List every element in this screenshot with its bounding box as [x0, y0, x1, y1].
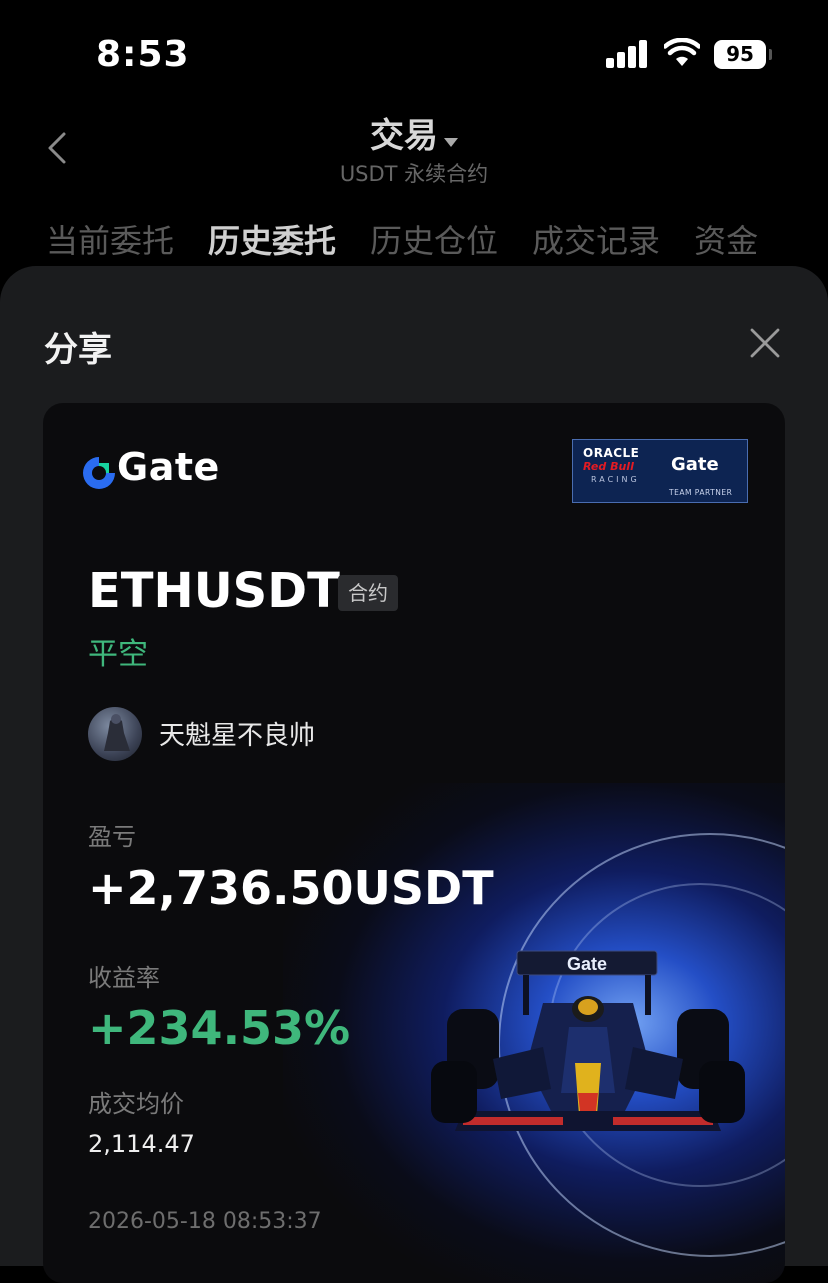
- share-sheet: 分享 Gate ORACLE Red Bull RACING Gate TEAM…: [0, 266, 828, 1283]
- status-time: 8:53: [96, 34, 190, 75]
- close-icon[interactable]: [748, 326, 782, 360]
- partner-oracle: ORACLE: [583, 446, 640, 460]
- avatar: [88, 707, 142, 761]
- tab-position-history[interactable]: 历史仓位: [370, 222, 498, 260]
- share-card: Gate ORACLE Red Bull RACING Gate TEAM PA…: [43, 403, 785, 1283]
- page-subtitle: USDT 永续合约: [339, 162, 489, 186]
- sheet-title: 分享: [44, 330, 112, 370]
- team-partner-badge: ORACLE Red Bull RACING Gate TEAM PARTNER: [572, 439, 748, 503]
- partner-racing: RACING: [591, 475, 640, 484]
- tab-open-orders[interactable]: 当前委托: [46, 222, 174, 260]
- roi-label: 收益率: [88, 964, 160, 992]
- cellular-signal-icon: [606, 40, 648, 68]
- avg-price-label: 成交均价: [88, 1090, 184, 1118]
- page-title: 交易: [370, 116, 438, 156]
- roi-value: +234.53%: [88, 1001, 351, 1055]
- user-nickname: 天魁星不良帅: [159, 721, 316, 751]
- title-dropdown[interactable]: 交易: [0, 108, 828, 157]
- status-bar: 8:53 95: [0, 0, 828, 110]
- tab-funds[interactable]: 资金: [694, 222, 758, 260]
- wifi-icon: [664, 38, 700, 66]
- contract-badge: 合约: [338, 575, 398, 611]
- gate-logo-icon: [83, 457, 115, 489]
- partner-team: TEAM PARTNER: [669, 488, 733, 497]
- partner-gate: Gate: [671, 454, 719, 475]
- gate-logo-text: Gate: [117, 445, 220, 489]
- car-livery-text: Gate: [567, 954, 607, 974]
- order-tabs: 当前委托 历史委托 历史仓位 成交记录 资金: [46, 216, 792, 262]
- pnl-label: 盈亏: [88, 823, 136, 851]
- tab-order-history[interactable]: 历史委托: [208, 222, 336, 260]
- battery-indicator: 95: [714, 40, 772, 69]
- partner-redbull: Red Bull: [583, 460, 634, 473]
- caret-down-icon: [444, 138, 458, 147]
- f1-car-image: Gate: [431, 950, 745, 1131]
- contract-symbol: ETHUSDT: [88, 563, 340, 619]
- header: 交易 USDT 永续合约 当前委托 历史委托 历史仓位 成交记录 资金: [0, 100, 828, 260]
- avg-price-value: 2,114.47: [88, 1130, 195, 1158]
- pnl-value: +2,736.50USDT: [88, 861, 494, 915]
- position-side: 平空: [88, 637, 148, 672]
- tab-trade-history[interactable]: 成交记录: [532, 222, 660, 260]
- timestamp: 2026-05-18 08:53:37: [88, 1209, 322, 1234]
